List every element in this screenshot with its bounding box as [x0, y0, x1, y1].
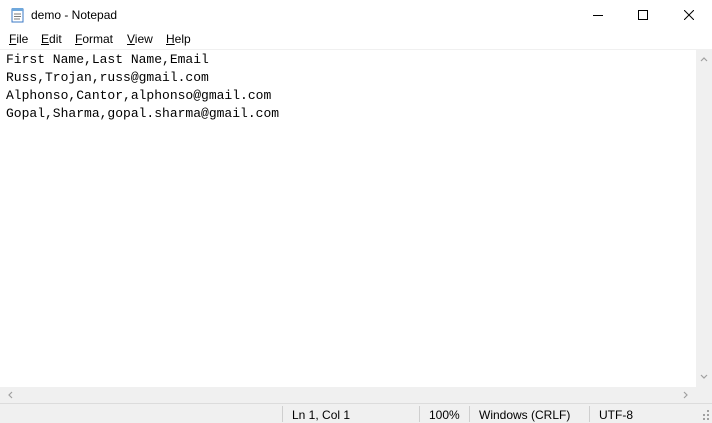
scroll-right-button[interactable]	[678, 387, 694, 403]
status-separator	[589, 406, 590, 422]
chevron-right-icon	[683, 391, 688, 399]
zoom-level: 100%	[429, 408, 460, 422]
menu-view[interactable]: View	[127, 32, 153, 46]
text-line: Gopal,Sharma,gopal.sharma@gmail.com	[6, 106, 280, 121]
scroll-down-button[interactable]	[696, 369, 712, 385]
status-separator	[419, 406, 420, 422]
scroll-up-button[interactable]	[696, 51, 712, 67]
close-button[interactable]	[666, 0, 712, 30]
menu-bar: File Edit Format View Help	[0, 30, 712, 49]
status-separator	[469, 406, 470, 422]
close-icon	[684, 10, 694, 20]
status-separator	[282, 406, 283, 422]
minimize-button[interactable]	[575, 0, 621, 30]
menu-help[interactable]: Help	[166, 32, 191, 46]
notepad-window: demo - Notepad File Edit Format View Hel…	[0, 0, 712, 423]
resize-grip-icon[interactable]	[700, 408, 710, 420]
chevron-down-icon	[700, 374, 708, 379]
encoding: UTF-8	[599, 408, 633, 422]
vertical-scrollbar[interactable]	[696, 49, 712, 387]
horizontal-scrollbar[interactable]	[0, 387, 696, 403]
notepad-icon	[11, 8, 24, 23]
chevron-up-icon	[700, 57, 708, 62]
window-title: demo - Notepad	[31, 8, 118, 22]
scrollbar-corner	[696, 387, 712, 403]
title-bar[interactable]: demo - Notepad	[0, 0, 712, 30]
text-line: First Name,Last Name,Email	[6, 52, 209, 67]
maximize-icon	[638, 10, 648, 20]
maximize-button[interactable]	[620, 0, 666, 30]
menu-format[interactable]: Format	[75, 32, 113, 46]
text-line: Alphonso,Cantor,alphonso@gmail.com	[6, 88, 272, 103]
text-editor[interactable]: First Name,Last Name,Email Russ,Trojan,r…	[0, 49, 696, 387]
status-bar: Ln 1, Col 1 100% Windows (CRLF) UTF-8	[0, 403, 712, 423]
menu-file[interactable]: File	[9, 32, 28, 46]
scroll-left-button[interactable]	[2, 387, 18, 403]
text-line: Russ,Trojan,russ@gmail.com	[6, 70, 209, 85]
chevron-left-icon	[8, 391, 13, 399]
menu-edit[interactable]: Edit	[41, 32, 62, 46]
line-ending: Windows (CRLF)	[479, 408, 571, 422]
cursor-position: Ln 1, Col 1	[292, 408, 351, 422]
minimize-icon	[593, 15, 603, 16]
